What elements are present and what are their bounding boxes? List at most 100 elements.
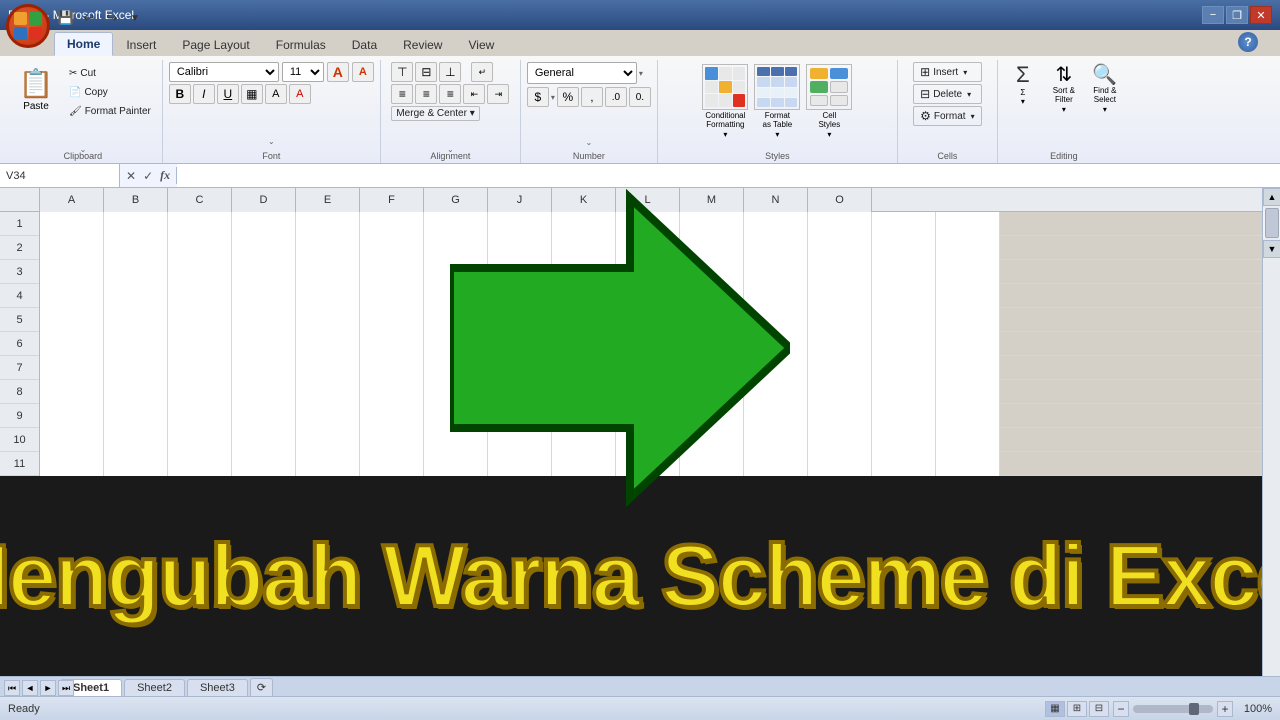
row-num-2[interactable]: 2	[0, 236, 39, 260]
cell-n8[interactable]	[872, 380, 936, 404]
row-num-9[interactable]: 9	[0, 404, 39, 428]
cell-n10[interactable]	[872, 428, 936, 452]
italic-button[interactable]: I	[193, 84, 215, 104]
cell-l4[interactable]	[744, 284, 808, 308]
cell-n9[interactable]	[872, 404, 936, 428]
tab-home[interactable]: Home	[54, 32, 113, 56]
cell-n2[interactable]	[872, 236, 936, 260]
insert-function-icon[interactable]: fx	[158, 167, 172, 184]
cell-l11[interactable]	[744, 452, 808, 476]
cell-b1[interactable]	[104, 212, 168, 236]
row-num-7[interactable]: 7	[0, 356, 39, 380]
cell-a7[interactable]	[40, 356, 104, 380]
cell-n7[interactable]	[872, 356, 936, 380]
cell-m5[interactable]	[808, 308, 872, 332]
vscroll-track[interactable]	[1263, 208, 1280, 238]
delete-dropdown-arrow[interactable]: ▾	[967, 90, 971, 99]
comma-button[interactable]: ,	[581, 87, 603, 107]
align-center-button[interactable]: ≡	[415, 84, 437, 104]
cell-o2[interactable]	[936, 236, 1000, 260]
cell-k7[interactable]	[680, 356, 744, 380]
cell-b5[interactable]	[104, 308, 168, 332]
cell-k2[interactable]	[680, 236, 744, 260]
vscroll-up-button[interactable]: ▲	[1263, 188, 1280, 206]
cell-h2[interactable]	[488, 236, 552, 260]
cell-m8[interactable]	[808, 380, 872, 404]
cell-h9[interactable]	[488, 404, 552, 428]
row-num-11[interactable]: 11	[0, 452, 39, 476]
cell-j2[interactable]	[616, 236, 680, 260]
cell-g10[interactable]	[424, 428, 488, 452]
cell-d2[interactable]	[232, 236, 296, 260]
cell-h1[interactable]	[488, 212, 552, 236]
cell-a11[interactable]	[40, 452, 104, 476]
cell-e9[interactable]	[296, 404, 360, 428]
cell-e5[interactable]	[296, 308, 360, 332]
conditional-formatting-button[interactable]: ConditionalFormatting ▾	[700, 62, 750, 141]
row-num-8[interactable]: 8	[0, 380, 39, 404]
page-layout-view-button[interactable]: ⊞	[1067, 701, 1087, 717]
cell-h5[interactable]	[488, 308, 552, 332]
cell-i7[interactable]	[552, 356, 616, 380]
wrap-text-button[interactable]: ↵	[471, 62, 493, 82]
cell-j1[interactable]	[616, 212, 680, 236]
cell-m1[interactable]	[808, 212, 872, 236]
cell-o1[interactable]	[936, 212, 1000, 236]
cell-c6[interactable]	[168, 332, 232, 356]
cell-f5[interactable]	[360, 308, 424, 332]
sheet-nav-prev-button[interactable]: ◄	[22, 680, 38, 696]
minimize-button[interactable]: −	[1202, 6, 1224, 24]
cell-d10[interactable]	[232, 428, 296, 452]
cell-d4[interactable]	[232, 284, 296, 308]
cell-n11[interactable]	[872, 452, 936, 476]
row-num-1[interactable]: 1	[0, 212, 39, 236]
number-format-select[interactable]: General Number Currency Date Percentage	[527, 62, 637, 84]
number-format-dropdown-arrow[interactable]: ▾	[639, 69, 643, 78]
cell-h7[interactable]	[488, 356, 552, 380]
cell-j6[interactable]	[616, 332, 680, 356]
office-button[interactable]	[6, 4, 50, 48]
cell-i5[interactable]	[552, 308, 616, 332]
cell-o9[interactable]	[936, 404, 1000, 428]
zoom-out-button[interactable]: −	[1113, 701, 1129, 717]
cell-m7[interactable]	[808, 356, 872, 380]
cell-o11[interactable]	[936, 452, 1000, 476]
zoom-slider[interactable]	[1133, 705, 1213, 713]
align-left-button[interactable]: ≡	[391, 84, 413, 104]
merge-cells-button[interactable]: Merge & Center ▾	[391, 106, 479, 121]
cell-g6[interactable]	[424, 332, 488, 356]
cell-b11[interactable]	[104, 452, 168, 476]
autosum-button[interactable]: Σ Σ ▾	[1004, 62, 1042, 114]
cell-g9[interactable]	[424, 404, 488, 428]
cell-d6[interactable]	[232, 332, 296, 356]
font-size-select[interactable]: 891011121416	[282, 62, 324, 82]
cell-c8[interactable]	[168, 380, 232, 404]
cell-f6[interactable]	[360, 332, 424, 356]
enter-formula-icon[interactable]: ✓	[141, 168, 155, 184]
formula-input[interactable]	[177, 164, 1280, 187]
cell-j9[interactable]	[616, 404, 680, 428]
cell-n5[interactable]	[872, 308, 936, 332]
cell-b6[interactable]	[104, 332, 168, 356]
cell-a6[interactable]	[40, 332, 104, 356]
cell-d11[interactable]	[232, 452, 296, 476]
help-button[interactable]: ?	[1238, 32, 1258, 52]
row-num-3[interactable]: 3	[0, 260, 39, 284]
cell-o7[interactable]	[936, 356, 1000, 380]
cell-e7[interactable]	[296, 356, 360, 380]
cell-b4[interactable]	[104, 284, 168, 308]
cell-n4[interactable]	[872, 284, 936, 308]
cell-m2[interactable]	[808, 236, 872, 260]
cell-d3[interactable]	[232, 260, 296, 284]
cell-c10[interactable]	[168, 428, 232, 452]
cell-e3[interactable]	[296, 260, 360, 284]
cell-l8[interactable]	[744, 380, 808, 404]
insert-cells-button[interactable]: ⊞ Insert ▾	[913, 62, 981, 82]
cell-f7[interactable]	[360, 356, 424, 380]
cell-o6[interactable]	[936, 332, 1000, 356]
tab-data[interactable]: Data	[339, 33, 390, 56]
decrease-indent-button[interactable]: ⇤	[463, 84, 485, 104]
cell-d1[interactable]	[232, 212, 296, 236]
currency-button[interactable]: $	[527, 87, 549, 107]
save-quick-button[interactable]: 💾	[56, 8, 76, 28]
